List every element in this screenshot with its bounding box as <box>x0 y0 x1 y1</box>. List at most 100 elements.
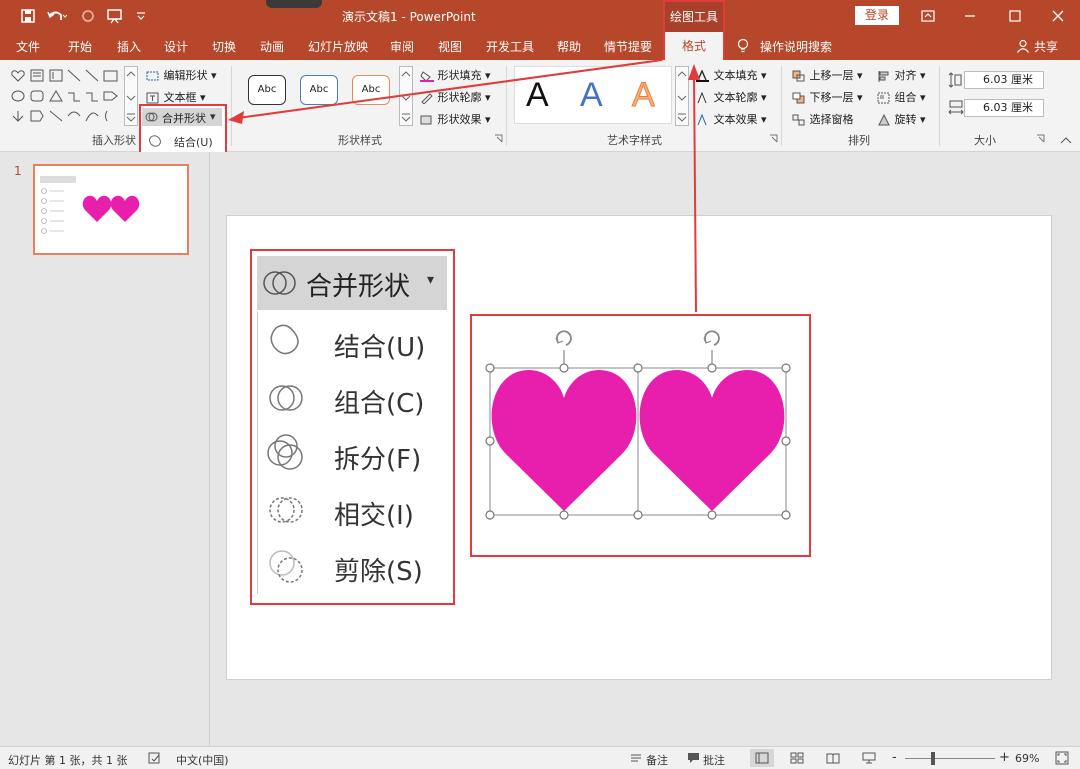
close-icon[interactable] <box>1050 8 1066 24</box>
minimize-icon[interactable] <box>962 8 978 24</box>
shape-style-orange[interactable]: Abc <box>352 75 390 105</box>
maximize-icon[interactable] <box>1007 8 1023 24</box>
arrange-group-label: 排列 <box>848 134 870 147</box>
hearts-selection[interactable] <box>470 314 811 557</box>
separator <box>231 66 232 146</box>
tab-help[interactable]: 帮助 <box>557 38 581 55</box>
comments-icon <box>688 753 699 763</box>
shapes-gallery[interactable] <box>10 68 122 126</box>
text-outline-button[interactable]: 文本轮廓 ▾ <box>696 89 767 105</box>
edit-shape-icon <box>146 71 159 81</box>
width-icon <box>948 100 964 115</box>
shape-effects-label: 形状效果 <box>437 113 482 126</box>
send-backward-button[interactable]: 下移一层 ▾ <box>792 89 863 105</box>
redo-icon[interactable] <box>80 8 96 24</box>
undo-icon[interactable] <box>46 8 68 24</box>
align-label: 对齐 <box>894 69 917 82</box>
customize-qat-icon[interactable] <box>136 11 146 21</box>
selection-pane-label: 选择窗格 <box>809 113 854 126</box>
text-box-label: 文本框 <box>163 91 197 104</box>
tab-storyboard[interactable]: 情节提要 <box>604 38 652 55</box>
slide-counter: 幻灯片 第 1 张，共 1 张 <box>8 754 128 767</box>
language-indicator[interactable]: 中文(中国) <box>176 752 229 768</box>
merge-shapes-enlarged-icon <box>263 271 296 295</box>
text-box-icon <box>146 92 159 104</box>
size-group-label: 大小 <box>974 134 996 147</box>
shape-fill-button[interactable]: 形状填充 ▾ <box>420 67 491 83</box>
rotate-button[interactable]: 旋转 ▾ <box>877 111 926 127</box>
merge-combine-enlarged: 组合(C) <box>334 389 425 419</box>
zoom-slider-track[interactable] <box>905 758 995 759</box>
union-icon <box>149 135 161 147</box>
wordart-scroll[interactable] <box>675 66 689 126</box>
normal-view-icon[interactable] <box>755 752 769 764</box>
status-bar: 幻灯片 第 1 张，共 1 张 中文(中国) 备注 批注 - + 69% <box>0 746 1080 769</box>
shape-style-blue[interactable]: Abc <box>300 75 338 105</box>
bring-forward-button[interactable]: 上移一层 ▾ <box>792 67 863 83</box>
fit-to-window-icon[interactable] <box>1055 751 1069 765</box>
chevron-down-icon: ▾ <box>210 110 216 123</box>
text-fill-button[interactable]: 文本填充 ▾ <box>696 67 767 83</box>
save-icon[interactable] <box>20 8 36 24</box>
shapes-gallery-scroll[interactable] <box>124 66 138 126</box>
slideshow-icon[interactable] <box>862 752 876 764</box>
tab-design[interactable]: 设计 <box>164 38 188 55</box>
shape-outline-button[interactable]: 形状轮廓 ▾ <box>420 89 491 105</box>
tell-me-search[interactable]: 操作说明搜索 <box>760 38 832 55</box>
tab-developer[interactable]: 开发工具 <box>486 38 534 55</box>
tab-transitions[interactable]: 切换 <box>212 38 236 55</box>
text-outline-label: 文本轮廓 <box>713 91 758 104</box>
dialog-launcher-icon[interactable] <box>769 134 778 143</box>
align-button[interactable]: 对齐 ▾ <box>877 67 926 83</box>
wordart-style-blue[interactable]: A <box>580 76 603 115</box>
text-effects-button[interactable]: 文本效果 ▾ <box>696 111 767 127</box>
tab-file[interactable]: 文件 <box>16 38 40 55</box>
shape-style-black[interactable]: Abc <box>248 75 286 105</box>
tab-home[interactable]: 开始 <box>68 38 92 55</box>
text-fill-label: 文本填充 <box>713 69 758 82</box>
send-backward-label: 下移一层 <box>809 91 854 104</box>
slide-sorter-icon[interactable] <box>790 752 804 764</box>
tab-animations[interactable]: 动画 <box>260 38 284 55</box>
group-button[interactable]: 组合 ▾ <box>877 89 926 105</box>
shape-width-input[interactable]: 6.03 厘米 <box>964 99 1044 117</box>
comments-button[interactable]: 批注 <box>703 752 725 768</box>
selection-pane-button[interactable]: 选择窗格 <box>792 111 854 127</box>
start-from-beginning-icon[interactable] <box>106 8 124 24</box>
wordart-style-black[interactable]: A <box>526 76 549 115</box>
dialog-launcher-icon[interactable] <box>1036 134 1045 143</box>
tab-slideshow[interactable]: 幻灯片放映 <box>308 38 368 55</box>
text-box-button[interactable]: 文本框 ▾ <box>146 89 206 105</box>
tab-review[interactable]: 审阅 <box>390 38 414 55</box>
shape-fill-label: 形状填充 <box>437 69 482 82</box>
collapse-ribbon-icon[interactable] <box>1060 136 1072 144</box>
zoom-in-button[interactable]: + <box>999 750 1010 765</box>
zoom-out-button[interactable]: - <box>892 750 897 765</box>
dialog-launcher-icon[interactable] <box>494 134 503 143</box>
wordart-style-orange[interactable]: A <box>632 76 656 115</box>
notes-icon <box>631 754 641 762</box>
share-button[interactable]: 共享 <box>1034 38 1058 55</box>
shape-styles-scroll[interactable] <box>399 66 413 126</box>
selection-pane-icon <box>792 114 805 126</box>
ribbon-display-options-icon[interactable] <box>920 8 936 24</box>
zoom-slider-thumb[interactable] <box>931 752 935 765</box>
spell-check-icon[interactable] <box>148 752 162 765</box>
tab-view[interactable]: 视图 <box>438 38 462 55</box>
align-icon <box>878 71 889 82</box>
shape-styles-group-label: 形状样式 <box>338 134 382 147</box>
notes-button[interactable]: 备注 <box>646 752 668 768</box>
login-button[interactable]: 登录 <box>855 6 899 25</box>
merge-union-item[interactable]: 结合(U) <box>174 134 213 150</box>
tab-insert[interactable]: 插入 <box>117 38 141 55</box>
edit-shape-label: 编辑形状 <box>163 69 208 82</box>
shape-height-input[interactable]: 6.03 厘米 <box>964 71 1044 89</box>
edit-shape-button[interactable]: 编辑形状 ▾ <box>146 67 217 83</box>
rotate-icon <box>878 114 890 126</box>
merge-enlarged-icons <box>267 324 303 583</box>
text-fill-icon <box>696 70 709 82</box>
reading-view-icon[interactable] <box>826 752 840 764</box>
zoom-level[interactable]: 69% <box>1015 752 1039 765</box>
send-backward-icon <box>792 92 805 104</box>
shape-effects-button[interactable]: 形状效果 ▾ <box>420 111 491 127</box>
